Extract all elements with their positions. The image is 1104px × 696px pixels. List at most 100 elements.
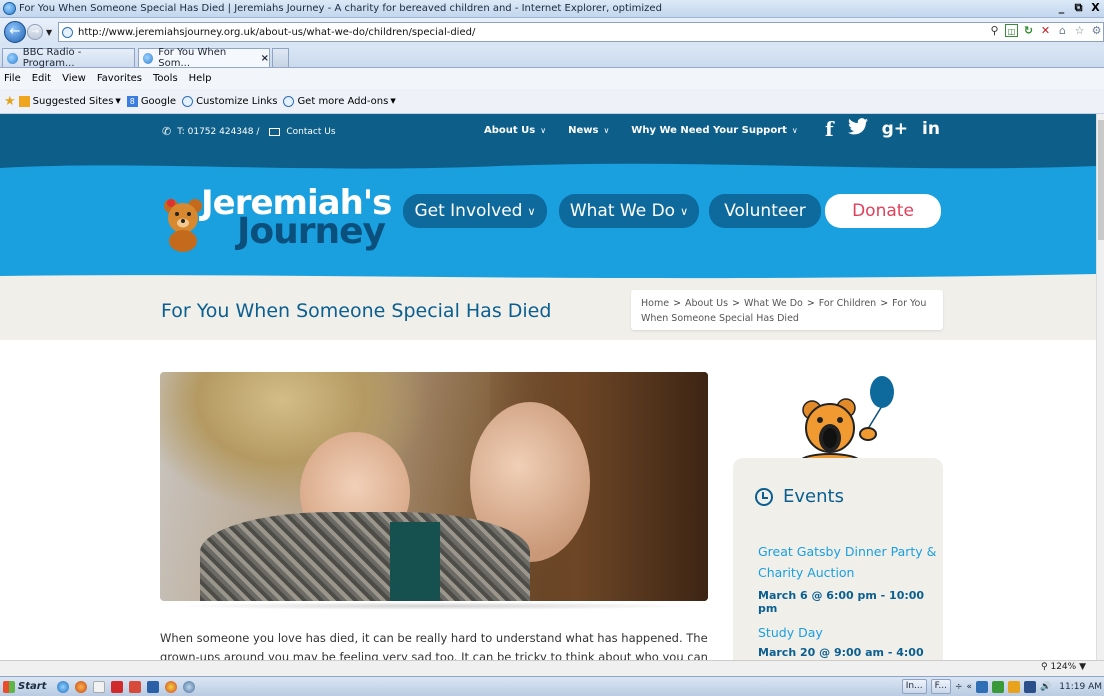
system-clock[interactable]: 11:19 AM [1059, 682, 1102, 692]
compatibility-view-icon[interactable]: ◫ [1005, 24, 1018, 37]
envelope-icon [269, 127, 281, 136]
ie-page-icon [283, 95, 295, 107]
event-date: March 20 @ 9:00 am - 4:00 pm [758, 646, 924, 660]
new-tab-button[interactable] [272, 48, 289, 67]
taskbar-button[interactable]: F... [930, 679, 951, 694]
fav-label: Google [140, 95, 177, 107]
crumb-for-children[interactable]: For Children [819, 298, 876, 309]
event-title-link[interactable]: Great Gatsby Dinner Party & Charity Auct… [758, 541, 938, 583]
suggested-sites-icon [18, 95, 30, 107]
nav-what-we-do[interactable]: What We Do ∨ [559, 194, 699, 228]
menu-favorites[interactable]: Favorites [97, 73, 142, 84]
network-icon[interactable] [1024, 680, 1037, 693]
topnav-why-we-need-support[interactable]: Why We Need Your Support ∨ [631, 125, 797, 136]
page-icon [62, 26, 73, 38]
crumb-home[interactable]: Home [641, 298, 669, 309]
crumb-about-us[interactable]: About Us [685, 298, 728, 309]
window-controls: _ ⧉ X [1053, 0, 1104, 18]
donate-button[interactable]: Donate [825, 194, 941, 228]
volume-icon[interactable]: 🔊 [1040, 682, 1051, 692]
fav-get-more-addons[interactable]: Get more Add-ons ▼ [283, 95, 396, 107]
event-title-link[interactable]: Study Day [758, 622, 938, 643]
app-launch-icon[interactable] [129, 680, 142, 693]
fav-google[interactable]: 8 Google [126, 95, 177, 107]
chrome-launch-icon[interactable] [165, 680, 178, 693]
stop-icon[interactable]: ✕ [1039, 24, 1052, 37]
facebook-icon[interactable]: f [825, 117, 834, 141]
app-launch-icon[interactable] [111, 680, 124, 693]
fav-customize-links[interactable]: Customize Links [182, 95, 277, 107]
window-title: For You When Someone Special Has Died | … [19, 3, 662, 14]
minimize-button[interactable]: _ [1053, 0, 1070, 17]
photo-shadow [170, 602, 698, 610]
google-plus-icon[interactable]: g+ [882, 119, 908, 139]
dropdown-caret-icon: ▼ [1079, 662, 1086, 672]
taskbar: Start In... F... ÷ « 🔊 11:19 AM [0, 676, 1104, 696]
clock-icon [755, 487, 773, 506]
tab-close-icon[interactable]: × [261, 53, 269, 64]
chevron-down-icon: ∨ [791, 126, 798, 135]
feature-photo [160, 372, 708, 601]
chevron-down-icon: ∨ [603, 126, 610, 135]
status-bar: ⚲ 124% ▼ [0, 660, 1104, 676]
contact-us-link[interactable]: Contact Us [286, 127, 335, 137]
nav-get-involved[interactable]: Get Involved ∨ [403, 194, 547, 228]
topnav-news[interactable]: News ∨ [568, 125, 609, 136]
event-date: March 6 @ 6:00 pm - 10:00 pm [758, 589, 925, 615]
search-icon[interactable]: ⚲ [988, 24, 1001, 37]
history-dropdown-icon[interactable]: ▼ [46, 28, 52, 37]
favorites-star-icon[interactable]: ★ [4, 94, 16, 109]
linkedin-icon[interactable]: in [922, 119, 940, 139]
menu-view[interactable]: View [62, 73, 86, 84]
tab-bbc-radio[interactable]: BBC Radio - Program... [2, 47, 135, 69]
tab-strip: BBC Radio - Program... For You When Som.… [0, 46, 1104, 69]
vertical-scrollbar[interactable] [1096, 114, 1104, 660]
scrollbar-thumb[interactable] [1098, 120, 1104, 240]
start-button[interactable]: Start [0, 678, 51, 696]
system-tray: In... F... ÷ « 🔊 11:19 AM [901, 677, 1104, 696]
taskbar-button[interactable]: In... [901, 679, 927, 694]
tray-icon[interactable] [992, 680, 1005, 693]
tray-icon[interactable] [1008, 680, 1021, 693]
home-icon[interactable]: ⌂ [1056, 24, 1069, 37]
fav-label: Get more Add-ons [297, 95, 389, 107]
tray-icon[interactable] [976, 680, 989, 693]
close-window-button[interactable]: X [1087, 0, 1104, 17]
nav-volunteer[interactable]: Volunteer [709, 194, 821, 228]
url-text[interactable]: http://www.jeremiahsjourney.org.uk/about… [78, 27, 475, 38]
topnav-about-us[interactable]: About Us ∨ [484, 125, 546, 136]
firefox-launch-icon[interactable] [75, 680, 88, 693]
back-button[interactable]: ← [4, 21, 26, 43]
address-toolbar: ← → ▼ http://www.jeremiahsjourney.org.uk… [0, 18, 1104, 46]
menu-file[interactable]: File [4, 73, 21, 84]
menu-help[interactable]: Help [189, 73, 212, 84]
tab-current-page[interactable]: For You When Som... × [138, 47, 270, 69]
restore-button[interactable]: ⧉ [1070, 0, 1087, 17]
address-bar[interactable]: http://www.jeremiahsjourney.org.uk/about… [58, 22, 1104, 42]
tab-label: BBC Radio - Program... [22, 47, 82, 69]
favorites-star-icon[interactable]: ☆ [1073, 24, 1086, 37]
phone-number[interactable]: T: 01752 424348 / [177, 127, 259, 137]
app-launch-icon[interactable] [147, 680, 160, 693]
menu-tools[interactable]: Tools [153, 73, 178, 84]
ie-launch-icon[interactable] [57, 680, 70, 693]
site-logo[interactable]: Jeremiah's Journey [161, 186, 392, 268]
app-launch-icon[interactable] [183, 680, 196, 693]
chevron-down-icon: ∨ [680, 204, 689, 218]
address-tools: ⚲ ◫ ↻ ✕ ⌂ ☆ ⚙ [988, 24, 1103, 37]
chevron-right-icon: > [806, 298, 815, 309]
zoom-level[interactable]: ⚲ 124% ▼ [1041, 662, 1086, 672]
twitter-icon[interactable] [847, 118, 868, 140]
file-launch-icon[interactable] [93, 680, 106, 693]
forward-button[interactable]: → [27, 24, 43, 40]
crumb-what-we-do[interactable]: What We Do [744, 298, 803, 309]
fav-label: Suggested Sites [32, 95, 114, 107]
fav-suggested-sites[interactable]: Suggested Sites ▼ [18, 95, 121, 107]
chevron-right-icon: > [673, 298, 682, 309]
gear-icon[interactable]: ⚙ [1090, 24, 1103, 37]
site-top-bar: ✆ T: 01752 424348 / Contact Us About Us ∨… [0, 114, 1096, 154]
expand-tray-icon[interactable]: « [967, 682, 973, 692]
refresh-icon[interactable]: ↻ [1022, 24, 1035, 37]
menu-edit[interactable]: Edit [32, 73, 51, 84]
magnifier-icon: ⚲ [1041, 662, 1048, 672]
